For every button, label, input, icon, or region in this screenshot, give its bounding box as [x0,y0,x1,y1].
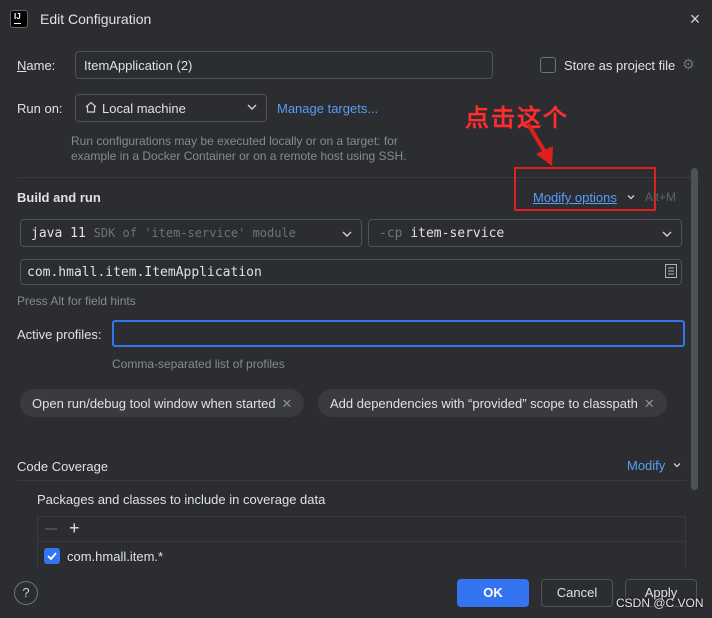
build-and-run-heading: Build and run [17,190,101,205]
run-on-label: Run on: [17,101,63,116]
separator [37,541,686,542]
run-on-select[interactable]: Local machine [75,94,267,122]
add-icon[interactable]: + [69,519,80,537]
modify-options-link[interactable]: Modify options [533,190,617,205]
classpath-flag: -cp [379,226,403,241]
ok-button[interactable]: OK [457,579,529,607]
option-chip[interactable]: Add dependencies with “provided” scope t… [318,389,667,417]
chevron-down-icon [247,104,257,110]
annotation-arrow-icon [526,122,553,166]
run-on-value: Local machine [102,101,186,116]
active-profiles-label: Active profiles: [17,327,102,342]
watermark: CSDN @C VON [616,596,704,610]
gear-icon[interactable]: ⚙ [682,56,695,73]
scrollbar[interactable] [691,168,698,490]
remove-icon[interactable] [44,523,58,535]
coverage-packages-label: Packages and classes to include in cover… [37,492,326,507]
home-icon [85,101,97,113]
store-as-project-file-checkbox[interactable] [540,57,556,73]
modify-options-shortcut: Alt+M [645,190,677,204]
jdk-select[interactable]: java 11 SDK of 'item-service' module [20,219,362,247]
active-profiles-hint: Comma-separated list of profiles [112,357,285,371]
dialog-title: Edit Configuration [40,11,152,27]
close-icon[interactable]: ✕ [282,396,293,411]
main-class-input[interactable]: com.hmall.item.ItemApplication [20,259,682,285]
coverage-item-label: com.hmall.item.* [67,549,164,564]
option-chip[interactable]: Open run/debug tool window when started ✕ [20,389,305,417]
cancel-button[interactable]: Cancel [541,579,613,607]
code-coverage-heading: Code Coverage [17,459,109,474]
chevron-down-icon[interactable] [672,460,682,470]
store-as-project-file-label[interactable]: Store as project file [564,58,675,73]
intellij-app-icon: IJ [10,10,28,28]
classpath-module-select[interactable]: -cp item-service [368,219,682,247]
close-icon[interactable]: ✕ [644,396,655,411]
browse-class-icon[interactable] [664,263,678,279]
run-on-help-text: Run configurations may be executed local… [71,134,407,163]
option-chip-label: Open run/debug tool window when started [32,396,276,411]
option-chip-label: Add dependencies with “provided” scope t… [330,396,638,411]
field-hints-text: Press Alt for field hints [17,294,136,308]
close-icon[interactable]: × [686,10,704,28]
jdk-description: SDK of 'item-service' module [93,226,296,240]
coverage-modify-link[interactable]: Modify [627,458,665,473]
chevron-down-icon[interactable] [626,192,636,202]
name-input[interactable]: ItemApplication (2) [75,51,493,79]
coverage-item-checkbox[interactable] [44,548,60,564]
chevron-down-icon [342,231,352,237]
chevron-down-icon [662,231,672,237]
help-button[interactable]: ? [14,581,38,605]
manage-targets-link[interactable]: Manage targets... [277,101,378,116]
separator [17,480,687,481]
active-profiles-input[interactable] [112,320,685,347]
name-label: Name: [17,58,56,73]
jdk-value: java 11 [31,226,86,241]
classpath-module-value: item-service [410,226,505,241]
